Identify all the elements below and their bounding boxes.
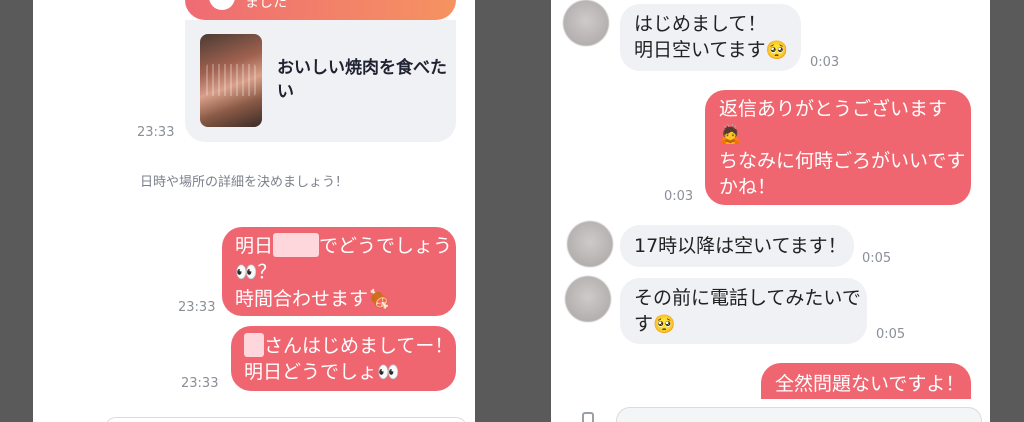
incoming-message: はじめまして！ 明日空いてます🥺: [620, 4, 801, 71]
plan-thumbnail: [200, 34, 262, 127]
banner-text: ました: [245, 0, 287, 11]
pleading-face-emoji: 🥺: [653, 314, 676, 335]
left-chat-panel: ました おいしい焼肉を食べた い 23:33 日時や場所の詳細を決めましょう！ …: [33, 0, 475, 422]
message-input[interactable]: [105, 417, 467, 422]
partner-avatar[interactable]: [563, 0, 609, 46]
right-chat-panel: はじめまして！ 明日空いてます🥺 0:03 返信ありがとうございます 🙇 ちなみ…: [551, 0, 990, 422]
plan-title: おいしい焼肉を食べた い: [277, 58, 447, 102]
plan-card[interactable]: おいしい焼肉を食べた い: [185, 20, 456, 142]
banner-icon: [209, 0, 235, 10]
pleading-face-emoji: 🥺: [765, 40, 788, 61]
blurred-name: [244, 333, 264, 357]
message-time: 0:05: [876, 327, 906, 342]
outgoing-message: 明日 でどうでしょう 👀？ 時間合わせます🍖: [222, 227, 456, 316]
eyes-emoji: 👀: [235, 262, 258, 283]
blurred-place: [273, 233, 320, 257]
attach-icon[interactable]: [582, 412, 594, 422]
message-time: 0:03: [810, 55, 840, 70]
bowing-emoji: 🙇: [719, 124, 742, 145]
partner-avatar[interactable]: [567, 221, 613, 267]
eyes-emoji: 👀: [377, 362, 400, 383]
outgoing-message: 返信ありがとうございます 🙇 ちなみに何時ごろがいいです かね！: [705, 90, 971, 205]
meat-emoji: 🍖: [368, 289, 391, 310]
message-time: 23:33: [178, 300, 216, 315]
message-time: 0:05: [862, 251, 892, 266]
plan-card-time: 23:33: [137, 125, 175, 140]
partner-avatar[interactable]: [565, 276, 611, 322]
message-time: 23:33: [181, 376, 219, 391]
message-time: 0:03: [664, 189, 694, 204]
incoming-message: その前に電話してみたいで す🥺: [620, 278, 867, 344]
matched-banner: ました: [185, 0, 456, 20]
outgoing-message: さんはじめましてー！ 明日どうでしょ👀: [231, 326, 456, 391]
message-input[interactable]: [616, 407, 982, 422]
system-message: 日時や場所の詳細を決めましょう！: [140, 175, 349, 190]
incoming-message: 17時以降は空いてます！: [620, 225, 854, 267]
input-bar: [551, 399, 990, 422]
